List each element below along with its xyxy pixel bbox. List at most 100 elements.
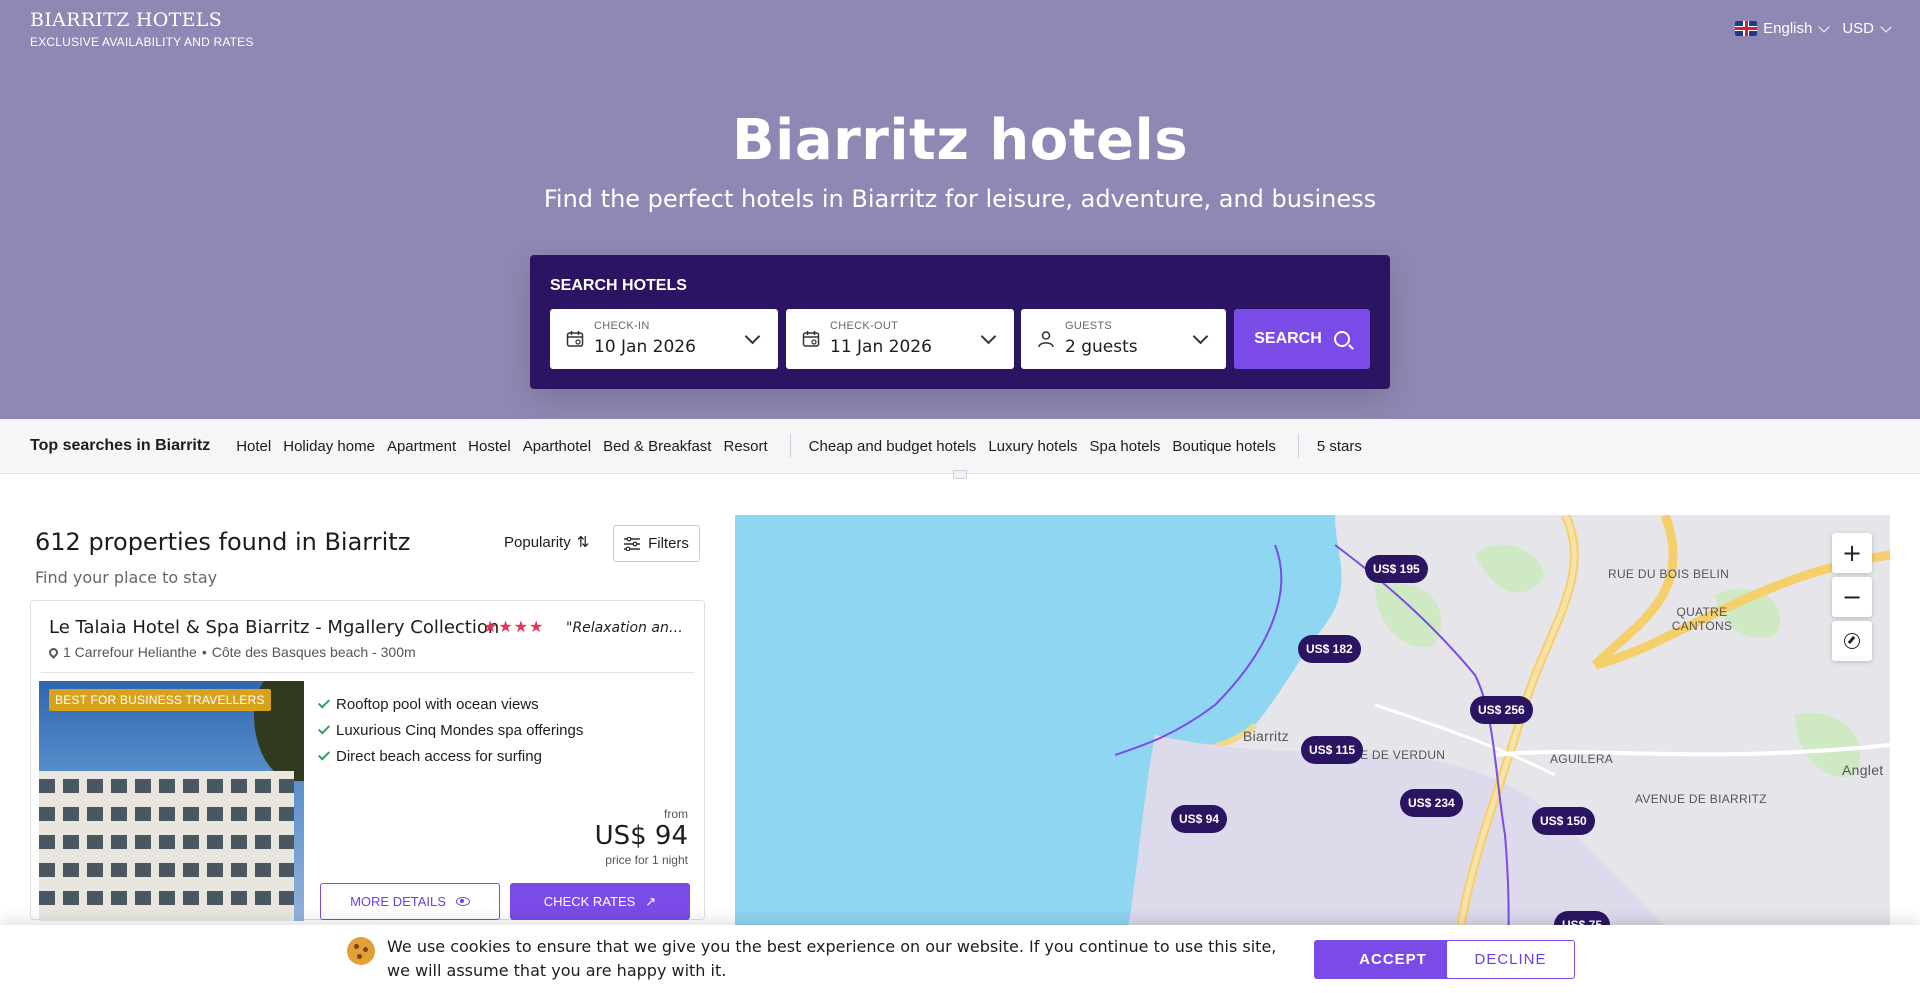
top-search-link[interactable]: Hotel [236,438,271,455]
check-icon [317,748,331,761]
hotel-photo[interactable]: BEST FOR BUSINESS TRAVELLERS [39,681,304,921]
currency-label: USD [1842,20,1874,37]
chevron-down-icon [1880,20,1892,33]
hotel-quote: "Relaxation and ... [566,620,691,636]
top-search-link[interactable]: Apartment [387,438,456,455]
page-subtitle: Find the perfect hotels in Biarritz for … [543,185,1377,213]
search-icon [1333,331,1350,347]
map-panel[interactable]: RUE DU BOIS BELIN QUATRE CANTONS Biarrit… [735,515,1890,993]
chevron-down-icon [1818,20,1830,33]
search-button[interactable]: SEARCH [1234,309,1370,369]
external-arrow-icon: ↗ [645,893,657,909]
language-selector[interactable]: English [1735,20,1830,37]
search-button-label: SEARCH [1254,330,1322,347]
zoom-in-button[interactable]: + [1832,533,1872,573]
map-price-pin[interactable]: US$ 195 [1365,555,1428,583]
distance-text: Côte des Basques beach - 300m [211,644,416,660]
top-searches-bar: Top searches in Biarritz Hotel Holiday h… [0,419,1920,474]
search-panel: SEARCH HOTELS CHECK-IN 10 Jan 2026 CHECK… [530,255,1390,389]
chevron-down-icon [1192,328,1209,345]
recenter-button[interactable] [1832,621,1872,661]
top-search-link[interactable]: Resort [723,438,767,455]
top-search-link[interactable]: Spa hotels [1090,438,1161,455]
price-note: price for 1 night [605,853,688,867]
divider [789,434,791,458]
map-area-label: AGUILERA [1550,752,1614,766]
feature-text: Luxurious Cinq Mondes spa offerings [336,722,584,739]
map-street-label: RUE DU BOIS BELIN [1608,567,1730,581]
price-value: US$ 94 [594,821,688,851]
checkout-label: CHECK-OUT [830,320,899,332]
check-rates-button[interactable]: CHECK RATES ↗ [510,883,690,920]
hotel-card: Le Talaia Hotel & Spa Biarritz - Mgaller… [30,600,705,921]
map-price-pin[interactable]: US$ 150 [1532,807,1595,835]
checkin-field[interactable]: CHECK-IN 10 Jan 2026 [550,309,778,369]
best-for-badge: BEST FOR BUSINESS TRAVELLERS [49,689,271,711]
hero-section: BIARRITZ HOTELS EXCLUSIVE AVAILABILITY A… [0,0,1920,419]
feature-text: Rooftop pool with ocean views [336,696,539,713]
price-from-label: from [664,807,688,821]
check-icon [317,696,331,709]
uk-flag-icon [1735,21,1758,36]
map-city-label: Biarritz [1243,728,1289,744]
divider [1297,434,1299,458]
panel-resize-handle[interactable] [953,470,967,479]
star-rating: ★★★★ [483,617,545,636]
sort-dropdown[interactable]: Popularity ⇅ [504,533,590,552]
top-search-link[interactable]: Hostel [468,438,511,455]
map-street-label: AVENUE DE BIARRITZ [1635,792,1767,806]
more-details-button[interactable]: MORE DETAILS [320,883,500,920]
chevron-down-icon [980,328,997,345]
map-price-pin[interactable]: US$ 234 [1400,789,1463,817]
guests-field[interactable]: GUESTS 2 guests [1021,309,1226,369]
top-search-link[interactable]: Holiday home [283,438,375,455]
results-subtitle: Find your place to stay [35,568,218,587]
brand-name: BIARRITZ HOTELS [30,9,223,31]
top-search-link[interactable]: Aparthotel [523,438,591,455]
feature-item: Direct beach access for surfing [317,748,542,765]
top-searches-title: Top searches in Biarritz [30,437,211,454]
cookie-message: We use cookies to ensure that we give yo… [387,937,1277,980]
person-icon [1038,331,1054,348]
hotel-name-link[interactable]: Le Talaia Hotel & Spa Biarritz - Mgaller… [49,617,499,638]
feature-item: Luxurious Cinq Mondes spa offerings [317,722,584,739]
sliders-icon [624,536,641,551]
top-search-link[interactable]: Luxury hotels [988,438,1077,455]
check-icon [317,722,331,735]
sort-label: Popularity [504,533,571,551]
top-search-link[interactable]: 5 stars [1317,438,1362,455]
sort-arrows-icon: ⇅ [576,534,590,551]
zoom-out-button[interactable]: − [1832,577,1872,617]
map-price-pin[interactable]: US$ 115 [1301,736,1364,764]
bullet-separator: • [201,644,207,660]
header-controls: English USD [1735,20,1892,37]
cookie-banner: We use cookies to ensure that we give yo… [0,925,1920,993]
checkin-value: 10 Jan 2026 [594,337,696,357]
language-label: English [1763,20,1813,37]
compass-icon [1844,633,1860,649]
results-count-title: 612 properties found in Biarritz [35,528,411,556]
map-city-label: Anglet [1842,762,1884,778]
map-price-pin[interactable]: US$ 94 [1171,805,1228,833]
location-pin-icon [47,645,60,659]
decline-cookies-button[interactable]: DECLINE [1446,940,1575,979]
guests-value: 2 guests [1065,337,1138,357]
map-area-label: QUATRE CANTONS [1671,605,1733,633]
top-search-link[interactable]: Bed & Breakfast [603,438,711,455]
checkout-value: 11 Jan 2026 [830,337,932,357]
cookie-icon [347,937,375,965]
checkout-field[interactable]: CHECK-OUT 11 Jan 2026 [786,309,1014,369]
currency-selector[interactable]: USD [1842,20,1892,37]
hotel-address: 1 Carrefour Helianthe • Côte des Basques… [47,644,416,660]
brand-tagline: EXCLUSIVE AVAILABILITY AND RATES [30,35,254,49]
filters-button[interactable]: Filters [613,525,700,562]
top-search-link[interactable]: Boutique hotels [1172,438,1275,455]
map-price-pin[interactable]: US$ 182 [1298,635,1361,663]
feature-item: Rooftop pool with ocean views [317,696,539,713]
checkin-label: CHECK-IN [594,320,650,332]
map-price-pin[interactable]: US$ 256 [1470,696,1533,724]
more-details-label: MORE DETAILS [350,894,446,909]
top-search-link[interactable]: Cheap and budget hotels [809,438,977,455]
brand-logo[interactable]: BIARRITZ HOTELS EXCLUSIVE AVAILABILITY A… [30,9,254,49]
search-panel-label: SEARCH HOTELS [550,277,687,294]
